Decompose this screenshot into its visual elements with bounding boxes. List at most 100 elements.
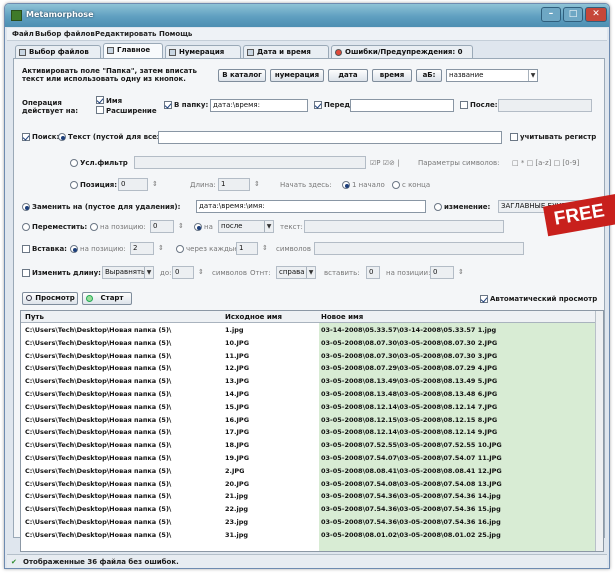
align-to-input[interactable]: 0 (172, 266, 194, 279)
table-row[interactable]: C:\Users\Tech\Desktop\Новая папка (5)\ 13… (21, 375, 597, 387)
table-row[interactable]: C:\Users\Tech\Desktop\Новая папка (5)\ 10… (21, 337, 597, 349)
catalog-button[interactable]: В каталог (218, 69, 266, 82)
insert-every-input[interactable]: 1 (236, 242, 258, 255)
replace-label: Заменить на (пустое для удаления): (32, 203, 181, 211)
position-input[interactable]: 0 (118, 178, 148, 191)
table-row[interactable]: C:\Users\Tech\Desktop\Новая папка (5)\ 31… (21, 529, 597, 541)
insert-every-radio[interactable] (176, 245, 184, 253)
table-row[interactable]: C:\Users\Tech\Desktop\Новая папка (5)\ 1.… (21, 324, 597, 336)
after-input[interactable] (498, 99, 592, 112)
align-dropdown[interactable]: Выравнять ▼ (102, 266, 154, 279)
cell-path: C:\Users\Tech\Desktop\Новая папка (5)\ (25, 428, 172, 437)
insert-position-radio[interactable] (70, 245, 78, 253)
table-row[interactable]: C:\Users\Tech\Desktop\Новая папка (5)\ 21… (21, 490, 597, 502)
app-window: Metamorphose – □ ✕ Файл Выбор файлов Ред… (4, 3, 610, 569)
align-to-spinner[interactable]: ⇕ (198, 268, 204, 276)
regex-input[interactable] (134, 156, 366, 169)
side-dropdown[interactable]: справа ▼ (276, 266, 316, 279)
length-input[interactable]: 1 (218, 178, 250, 191)
after-checkbox[interactable] (460, 101, 468, 109)
cell-new-name: 03-05-2008\08.12.14\03-05-2008\08.12.14 … (321, 402, 498, 411)
position-radio[interactable] (70, 181, 78, 189)
replace-radio[interactable] (22, 203, 30, 211)
cell-path: C:\Users\Tech\Desktop\Новая папка (5)\ (25, 326, 172, 334)
pad-position-spinner[interactable]: ⇕ (458, 268, 464, 276)
length-change-checkbox[interactable] (22, 269, 30, 277)
case-change-radio[interactable] (434, 203, 442, 211)
start-button[interactable]: Старт (82, 292, 132, 305)
auto-preview-checkbox[interactable] (480, 295, 488, 303)
table-row[interactable]: C:\Users\Tech\Desktop\Новая папка (5)\ 15… (21, 401, 597, 413)
replace-input[interactable]: дата:\время:\имя: (196, 200, 426, 213)
case-button[interactable]: аБ: (416, 69, 442, 82)
menu-file[interactable]: Файл (12, 30, 34, 38)
table-row[interactable]: C:\Users\Tech\Desktop\Новая папка (5)\ 20… (21, 478, 597, 490)
insert-position-input[interactable]: 2 (130, 242, 154, 255)
pad-position-input[interactable]: 0 (430, 266, 454, 279)
align-symbols-label: символов (212, 269, 247, 277)
table-row[interactable]: C:\Users\Tech\Desktop\Новая папка (5)\ 14… (21, 388, 597, 400)
preview-button[interactable]: Просмотр (22, 292, 78, 305)
regex-radio[interactable] (70, 159, 78, 167)
folder-input[interactable]: дата:\время: (210, 99, 308, 112)
cell-new-name: 03-05-2008\07.54.36\03-05-2008\07.54.36 … (321, 518, 501, 526)
insert-text-input[interactable] (314, 242, 524, 255)
insert-symbols-label: символов (276, 245, 311, 253)
before-input[interactable] (350, 99, 454, 112)
date-button[interactable]: дата (328, 69, 368, 82)
move-to-radio[interactable] (194, 223, 202, 231)
move-dropdown[interactable]: после ▼ (218, 220, 274, 233)
before-checkbox[interactable] (314, 101, 322, 109)
tab-numbering[interactable]: Нумерация (165, 45, 241, 58)
table-row[interactable]: C:\Users\Tech\Desktop\Новая папка (5)\ 16… (21, 414, 597, 426)
column-path[interactable]: Путь (25, 313, 44, 321)
from-end-radio[interactable] (392, 181, 400, 189)
move-position-radio[interactable] (90, 223, 98, 231)
insert-position-spinner[interactable]: ⇕ (158, 244, 164, 252)
tab-errors[interactable]: Ошибки/Предупреждения: 0 (331, 45, 473, 58)
table-scrollbar[interactable] (595, 311, 603, 551)
infolder-checkbox[interactable] (164, 101, 172, 109)
column-original-name[interactable]: Исходное имя (225, 313, 282, 321)
length-spinner[interactable]: ⇕ (254, 180, 260, 188)
minimize-button[interactable]: – (541, 7, 561, 22)
magnifier-icon (26, 295, 32, 301)
search-checkbox[interactable] (22, 133, 30, 141)
close-button[interactable]: ✕ (585, 7, 607, 22)
search-text-input[interactable] (158, 131, 502, 144)
menu-select-files[interactable]: Выбор файлов (35, 30, 95, 38)
menu-help[interactable]: Помощь (159, 30, 192, 38)
tab-select-files[interactable]: Выбор файлов (15, 45, 101, 58)
move-text-input[interactable] (304, 220, 504, 233)
maximize-button[interactable]: □ (563, 7, 583, 22)
cell-path: C:\Users\Tech\Desktop\Новая папка (5)\ (25, 530, 172, 539)
tab-main[interactable]: Главное (103, 43, 163, 58)
table-row[interactable]: C:\Users\Tech\Desktop\Новая папка (5)\ 19… (21, 452, 597, 464)
move-position-input[interactable]: 0 (150, 220, 174, 233)
extension-checkbox[interactable] (96, 106, 104, 114)
time-button[interactable]: время (372, 69, 412, 82)
menu-edit[interactable]: Редактировать (95, 30, 156, 38)
table-row[interactable]: C:\Users\Tech\Desktop\Новая папка (5)\ 18… (21, 439, 597, 451)
move-position-spinner[interactable]: ⇕ (178, 222, 184, 230)
name-checkbox[interactable] (96, 96, 104, 104)
table-row[interactable]: C:\Users\Tech\Desktop\Новая папка (5)\ 23… (21, 516, 597, 528)
from-start-radio[interactable] (342, 181, 350, 189)
pad-insert-input[interactable]: 0 (366, 266, 380, 279)
match-case-checkbox[interactable] (510, 133, 518, 141)
search-text-radio[interactable] (58, 133, 66, 141)
table-row[interactable]: C:\Users\Tech\Desktop\Новая папка (5)\ 12… (21, 362, 597, 374)
insert-every-spinner[interactable]: ⇕ (262, 244, 268, 252)
name-dropdown[interactable]: название ▼ (446, 69, 538, 82)
table-row[interactable]: C:\Users\Tech\Desktop\Новая папка (5)\ 17… (21, 426, 597, 438)
cell-original-name: 10.JPG (225, 338, 250, 347)
table-row[interactable]: C:\Users\Tech\Desktop\Новая папка (5)\ 22… (21, 503, 597, 515)
insert-checkbox[interactable] (22, 245, 30, 253)
move-radio[interactable] (22, 223, 30, 231)
position-spinner[interactable]: ⇕ (152, 180, 158, 188)
table-row[interactable]: C:\Users\Tech\Desktop\Новая папка (5)\ 11… (21, 350, 597, 362)
tab-date-time[interactable]: Дата и время (243, 45, 329, 58)
column-new-name[interactable]: Новое имя (321, 313, 363, 321)
table-row[interactable]: C:\Users\Tech\Desktop\Новая папка (5)\ 2.… (21, 465, 597, 477)
numbering-button[interactable]: нумерация (270, 69, 324, 82)
